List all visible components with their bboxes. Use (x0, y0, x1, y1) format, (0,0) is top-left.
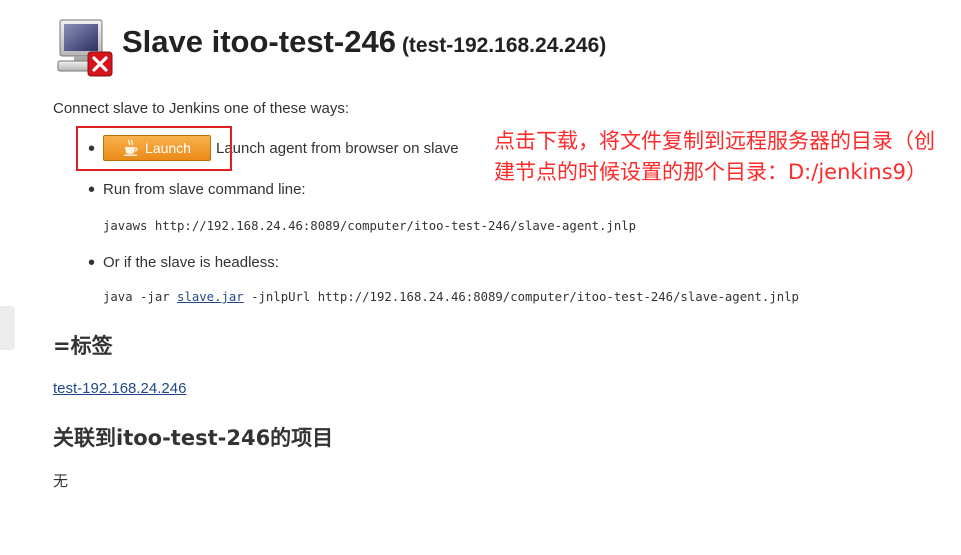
labels-heading: =标签 (53, 334, 113, 358)
launch-highlight-box (76, 126, 232, 171)
headless-command: java -jar slave.jar -jnlpUrl http://192.… (103, 290, 799, 304)
command-line-label: Run from slave command line: (103, 181, 306, 198)
headless-command-suffix: -jnlpUrl http://192.168.24.46:8089/compu… (243, 290, 799, 304)
red-annotation-text: 点击下载，将文件复制到远程服务器的目录（创建节点的时候设置的那个目录：D:/je… (494, 129, 935, 184)
label-link[interactable]: test-192.168.24.246 (53, 380, 186, 397)
page-header: Slave itoo-test-246 (test-192.168.24.246) (54, 18, 606, 78)
page-title: Slave itoo-test-246 (test-192.168.24.246) (122, 24, 606, 60)
connect-intro-text: Connect slave to Jenkins one of these wa… (53, 100, 350, 117)
slave-jar-link[interactable]: slave.jar (177, 290, 244, 304)
page-title-text: Slave itoo-test-246 (122, 24, 396, 59)
bullet-headless: • (88, 252, 96, 274)
launch-description: Launch agent from browser on slave (216, 139, 459, 157)
javaws-command: javaws http://192.168.24.46:8089/compute… (103, 219, 637, 233)
bullet-command-line: • (88, 179, 96, 201)
page-subtitle: (test-192.168.24.246) (401, 34, 607, 57)
headless-label: Or if the slave is headless: (103, 254, 279, 271)
scrollbar-handle[interactable] (0, 306, 15, 350)
projects-heading: 关联到itoo-test-246的项目 (53, 426, 334, 450)
headless-command-prefix: java -jar (103, 290, 178, 304)
projects-empty-text: 无 (53, 472, 69, 490)
computer-offline-icon (54, 18, 116, 78)
